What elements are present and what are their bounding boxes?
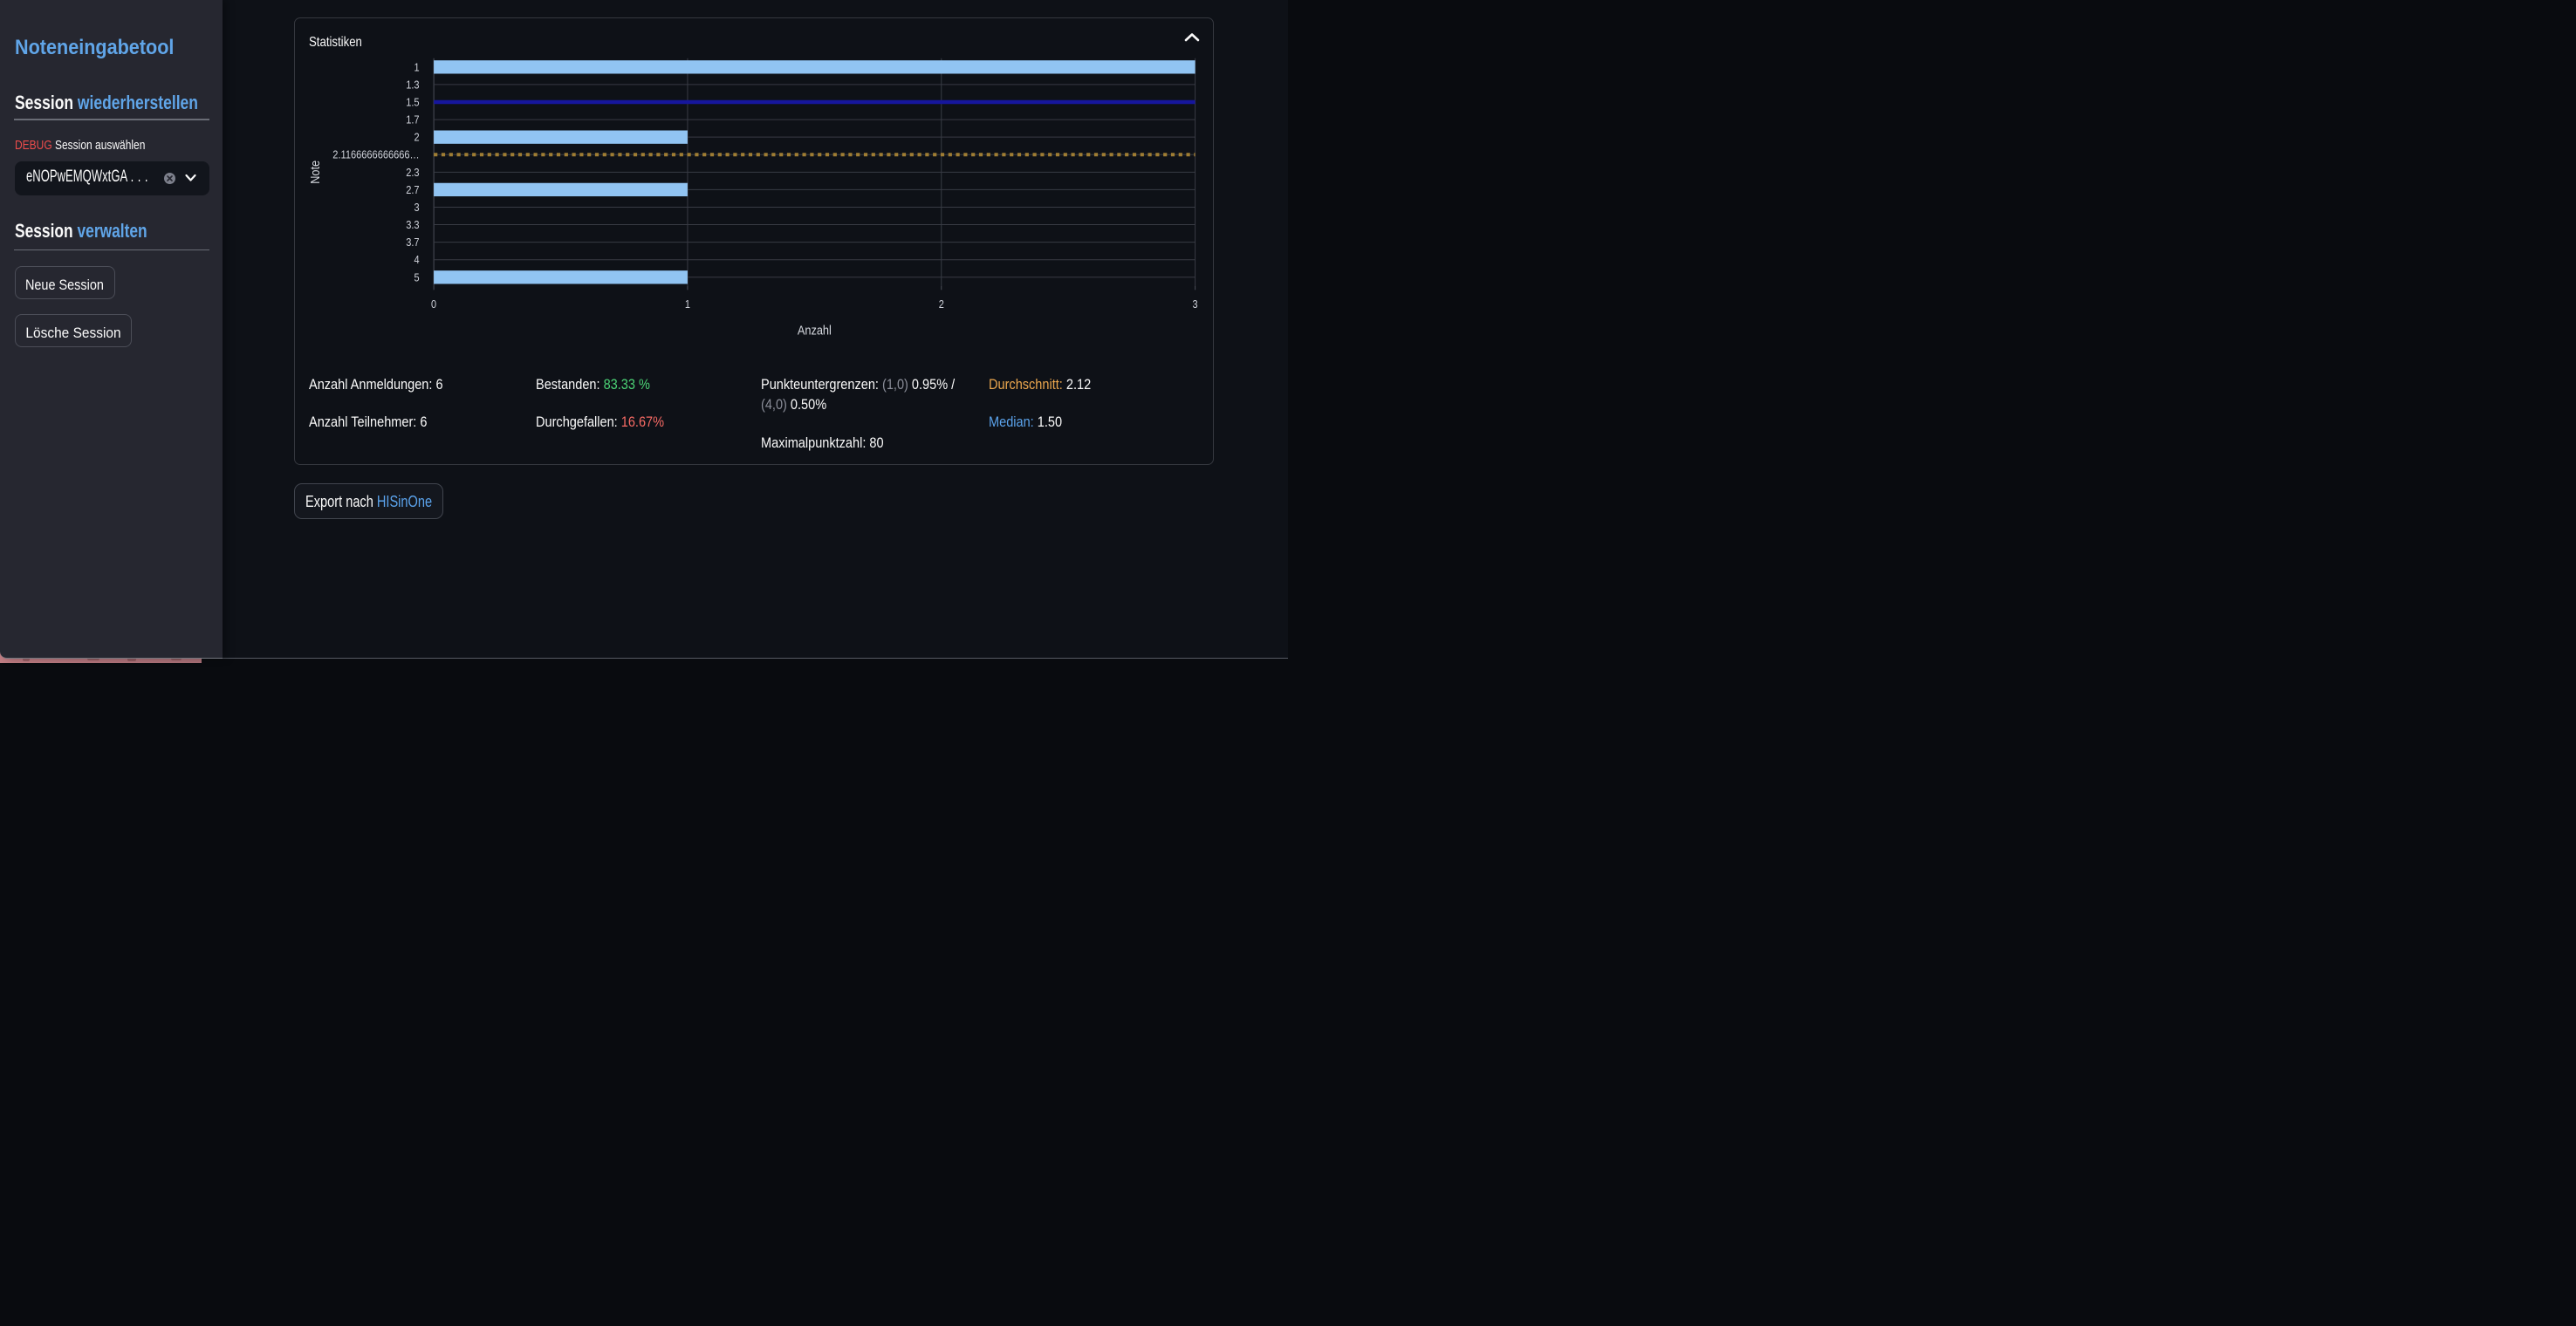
svg-text:1: 1: [685, 297, 690, 311]
svg-text:3.3: 3.3: [407, 218, 420, 231]
svg-text:0: 0: [431, 297, 436, 311]
svg-text:Note: Note: [308, 160, 323, 183]
svg-text:2.7: 2.7: [407, 182, 420, 195]
svg-text:3.7: 3.7: [407, 236, 420, 249]
svg-text:2: 2: [939, 297, 944, 311]
svg-text:1.3: 1.3: [407, 78, 420, 91]
svg-text:3: 3: [1193, 297, 1198, 311]
svg-text:2: 2: [414, 130, 420, 143]
svg-text:2.3: 2.3: [407, 165, 420, 178]
svg-text:3: 3: [414, 200, 420, 213]
svg-text:Anzahl: Anzahl: [798, 323, 832, 338]
svg-text:1: 1: [414, 60, 420, 73]
svg-text:1.5: 1.5: [407, 95, 420, 108]
svg-text:1.7: 1.7: [407, 113, 420, 126]
svg-text:4: 4: [414, 253, 420, 266]
svg-text:5: 5: [414, 270, 420, 284]
svg-text:2.1166666666666…: 2.1166666666666…: [333, 147, 420, 161]
